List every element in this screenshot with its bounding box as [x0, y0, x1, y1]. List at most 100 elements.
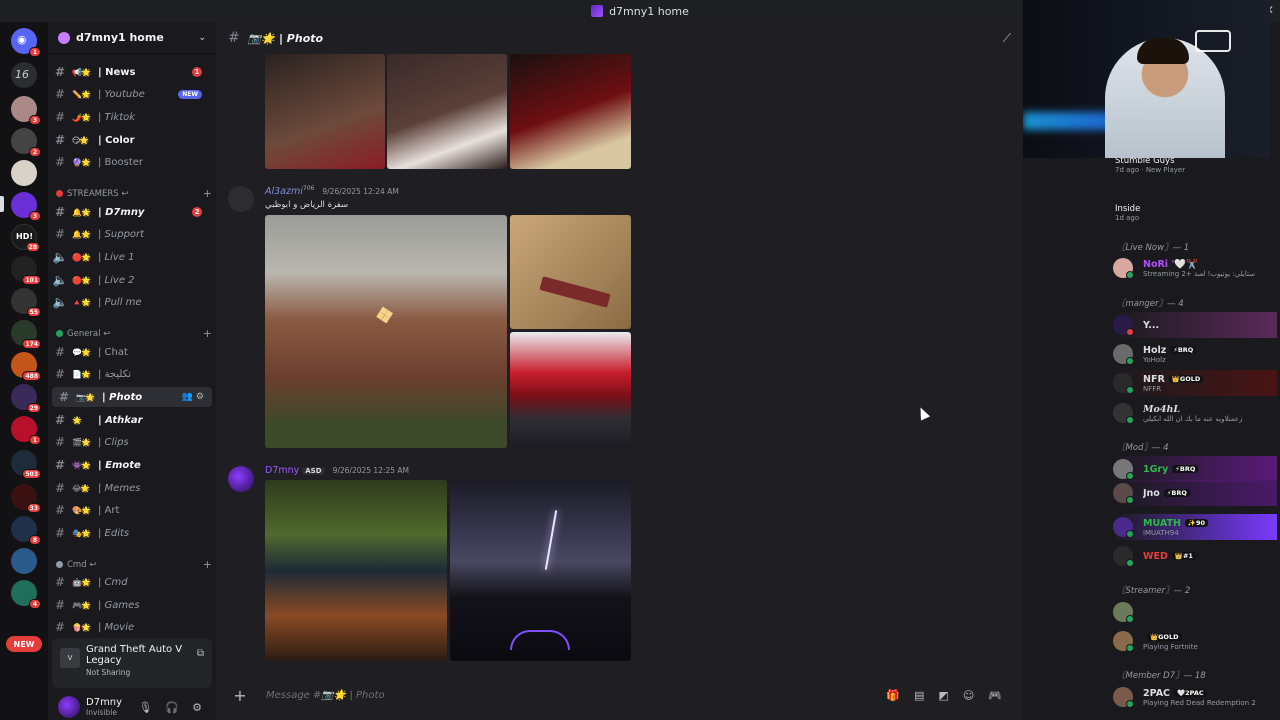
- channel-edits[interactable]: # 🎭🌟 | Edits: [48, 523, 212, 543]
- add-channel-icon[interactable]: +: [203, 187, 212, 200]
- server-icon[interactable]: 101: [11, 256, 41, 285]
- hash-icon: #: [54, 481, 66, 495]
- server-icon[interactable]: 3: [11, 192, 41, 221]
- emoji-icon[interactable]: ☺: [963, 689, 974, 702]
- channel-memes[interactable]: # 😂🌟 | Memes: [48, 478, 212, 498]
- server-icon[interactable]: [11, 160, 37, 186]
- channel-games[interactable]: # 🎮🌟 | Games: [48, 595, 212, 615]
- channel-news[interactable]: # 📢🌟 | News 1: [48, 62, 212, 82]
- channel-cmd[interactable]: # 🤖🌟 | Cmd: [48, 572, 212, 592]
- speaker-icon: 🔈: [52, 295, 68, 309]
- member-row[interactable]: [1113, 599, 1277, 625]
- gear-icon[interactable]: ⚙: [192, 701, 202, 714]
- member-row[interactable]: Jno ⚡BRQ: [1113, 480, 1277, 506]
- server-icon[interactable]: 33: [11, 484, 41, 513]
- member-row[interactable]: MUATH ✨90 iMUATH94: [1113, 514, 1277, 540]
- channel-d7mny[interactable]: # 🔔🌟 | D7mny 2: [48, 202, 212, 222]
- image-attachment[interactable]: [450, 480, 631, 661]
- category-streamers[interactable]: STREAMERS ↩ +: [56, 187, 212, 200]
- channel-takleeja[interactable]: # 📄🌟 | تكليجة: [48, 364, 212, 384]
- add-member-icon[interactable]: 👥: [182, 392, 193, 402]
- image-attachment[interactable]: [510, 332, 631, 448]
- server-icon[interactable]: 3: [11, 96, 41, 125]
- message-composer[interactable]: + Message #📷🌟 | Photo 🎁 ▤ ◩ ☺ 🎮: [228, 678, 1108, 712]
- voice-pull-me[interactable]: 🔈 🔺🌟 | Pull me: [48, 292, 212, 312]
- channel-art[interactable]: # 🎨🌟 | Art: [48, 500, 212, 520]
- member-row[interactable]: WED 👑#1: [1113, 543, 1277, 569]
- image-attachment[interactable]: [510, 215, 631, 329]
- message-author[interactable]: D7mny: [265, 465, 299, 476]
- category-general[interactable]: General ↩ +: [56, 327, 212, 340]
- server-icon[interactable]: 488: [11, 352, 41, 381]
- server-icon[interactable]: [11, 548, 37, 574]
- member-row[interactable]: NoRi '🤍✂️ Streaming ستايلي: يوتيوب! لعبة …: [1113, 255, 1277, 281]
- channel-photo[interactable]: # 📷🌟 | Photo 👥 ⚙: [52, 387, 212, 407]
- activity-card[interactable]: Stumble Guys 7d ago · New Player: [1115, 156, 1185, 174]
- server-icon[interactable]: 4: [11, 580, 41, 609]
- voice-live-1[interactable]: 🔈 🔴🌟 | Live 1: [48, 247, 212, 267]
- member-row[interactable]: Y...: [1113, 312, 1277, 338]
- home-button[interactable]: ◉ 1: [11, 28, 41, 57]
- member-row[interactable]: Holz ⚡BRQ YoHolz: [1113, 341, 1277, 367]
- channel-emote[interactable]: # 👾🌟 | Emote: [48, 455, 212, 475]
- sticker-icon[interactable]: ◩: [938, 689, 948, 702]
- message-author[interactable]: Al3azmi: [265, 186, 303, 197]
- hash-icon: #: [54, 65, 66, 79]
- server-icon[interactable]: 8: [11, 516, 41, 545]
- speaker-icon: 🔈: [52, 250, 68, 264]
- avatar[interactable]: [58, 696, 80, 718]
- share-screen-icon[interactable]: ⧉: [197, 648, 204, 659]
- image-attachment[interactable]: ❖: [265, 215, 507, 448]
- gif-icon[interactable]: ▤: [914, 689, 924, 702]
- add-attachment-icon[interactable]: +: [228, 686, 252, 705]
- gift-icon[interactable]: 🎁: [886, 689, 900, 702]
- server-icon[interactable]: 2: [11, 128, 41, 157]
- channel-clips[interactable]: # 🎬🌟 | Clips: [48, 432, 212, 452]
- new-servers-pill[interactable]: NEW: [6, 636, 42, 652]
- member-row[interactable]: 2PAC 🤍2PAC Playing Red Dead Redemption 2: [1113, 684, 1277, 710]
- activity-panel[interactable]: V Grand Theft Auto V Legacy Not Sharing …: [52, 638, 212, 688]
- channel-support[interactable]: # 🔔🌟 | Support: [48, 224, 212, 244]
- activity-game: Grand Theft Auto V Legacy: [86, 644, 183, 666]
- channel-youtube[interactable]: # ✏️🌟 | Youtube NEW: [48, 84, 212, 104]
- channel-tiktok[interactable]: # 🌶️🌟 | Tiktok: [48, 107, 212, 127]
- voice-live-2[interactable]: 🔈 🔴🌟 | Live 2: [48, 270, 212, 290]
- headphones-icon[interactable]: 🎧: [165, 701, 179, 714]
- add-channel-icon[interactable]: +: [203, 558, 212, 571]
- image-attachment[interactable]: [387, 54, 507, 169]
- user-panel[interactable]: D7mny Invisible 🎙 🎧 ⚙: [52, 694, 212, 720]
- member-row[interactable]: 👑GOLD Playing Fortnite: [1113, 628, 1277, 654]
- avatar: [1113, 258, 1134, 279]
- guild-header[interactable]: d7mny1 home ⌄: [48, 22, 216, 54]
- channel-athkar[interactable]: # 🌟 | Athkar: [48, 410, 212, 430]
- avatar: [1113, 546, 1134, 567]
- server-icon[interactable]: 174: [11, 320, 41, 349]
- channel-color[interactable]: # 😏🌟 | Color: [48, 130, 212, 150]
- channel-booster[interactable]: # 🔮🌟 | Booster: [48, 152, 212, 172]
- activity-card[interactable]: Inside 1d ago: [1115, 204, 1140, 222]
- apps-icon[interactable]: 🎮: [988, 689, 1002, 702]
- add-channel-icon[interactable]: +: [203, 327, 212, 340]
- server-icon[interactable]: 1: [11, 416, 41, 445]
- server-icon[interactable]: 16: [11, 62, 37, 88]
- server-icon[interactable]: 29: [11, 384, 41, 413]
- image-attachment[interactable]: [265, 54, 385, 169]
- avatar[interactable]: [228, 466, 254, 492]
- member-row[interactable]: NFR 👑GOLD NFFR: [1113, 370, 1277, 396]
- server-icon[interactable]: HD! 28: [11, 224, 40, 252]
- avatar[interactable]: [228, 186, 254, 212]
- member-row[interactable]: Mo4hL زعمتلاويه عنه ما بك ان الله ابكيلي: [1113, 400, 1277, 426]
- channel-chat[interactable]: # 💬🌟 | Chat: [48, 342, 212, 362]
- member-row[interactable]: 1Gry ⚡BRQ: [1113, 456, 1277, 482]
- message-input[interactable]: Message #📷🌟 | Photo: [266, 690, 385, 701]
- gear-icon[interactable]: ⚙: [196, 392, 204, 402]
- image-attachment[interactable]: [510, 54, 631, 169]
- hash-icon: #: [54, 205, 66, 219]
- server-icon[interactable]: 55: [11, 288, 41, 317]
- microphone-icon[interactable]: 🎙: [138, 701, 152, 714]
- category-cmd[interactable]: Cmd ↩ +: [56, 558, 212, 571]
- server-icon[interactable]: 503: [11, 450, 41, 479]
- image-attachment[interactable]: [265, 480, 447, 661]
- channel-movie[interactable]: # 🍿🌟 | Movie: [48, 617, 212, 637]
- pin-icon[interactable]: ⟋: [1003, 31, 1011, 46]
